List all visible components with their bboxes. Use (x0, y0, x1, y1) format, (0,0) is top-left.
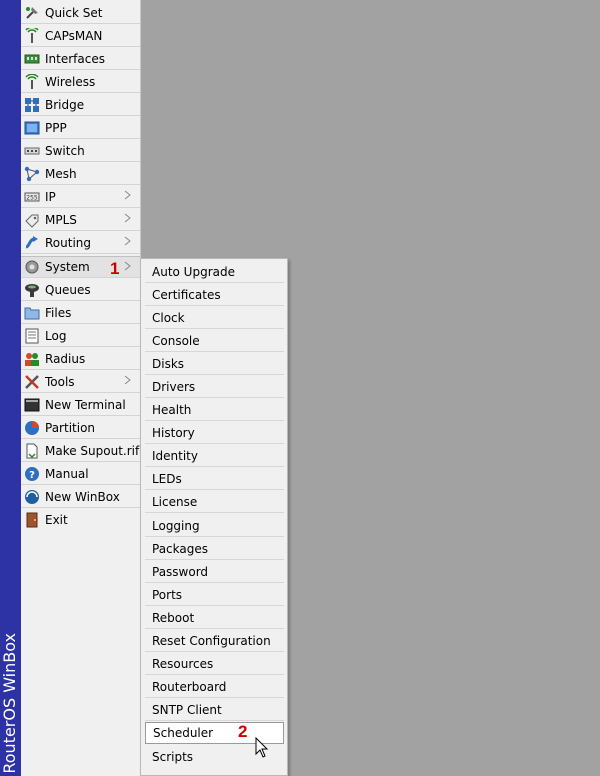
menu-item-system[interactable]: System (21, 256, 140, 278)
submenu-item-identity[interactable]: Identity (145, 445, 284, 467)
menu-item-quick-set[interactable]: Quick Set (21, 2, 140, 24)
system-submenu: Auto Upgrade Certificates Clock Console … (140, 258, 288, 776)
log-icon (24, 328, 40, 344)
mouse-cursor-icon (255, 736, 269, 759)
menu-item-mesh[interactable]: Mesh (21, 163, 140, 185)
submenu-item-reboot[interactable]: Reboot (145, 607, 284, 629)
queues-icon (24, 282, 40, 298)
menu-item-routing[interactable]: Routing (21, 232, 140, 254)
winbox-icon (24, 489, 40, 505)
submenu-arrow-icon (124, 213, 131, 223)
submenu-item-health[interactable]: Health (145, 399, 284, 421)
interfaces-icon (24, 51, 40, 67)
main-menu: Quick Set CAPsMAN Interfaces Wireless Br… (21, 0, 141, 776)
terminal-icon (24, 397, 40, 413)
supout-icon (24, 443, 40, 459)
exit-icon (24, 512, 40, 528)
radius-icon (24, 351, 40, 367)
menu-item-new-winbox[interactable]: New WinBox (21, 486, 140, 508)
submenu-item-reset-configuration[interactable]: Reset Configuration (145, 630, 284, 652)
submenu-item-routerboard[interactable]: Routerboard (145, 676, 284, 698)
winbox-sidebar-strip: RouterOS WinBox (0, 0, 21, 776)
step-annotation-1: 1 (110, 259, 120, 278)
menu-item-interfaces[interactable]: Interfaces (21, 48, 140, 70)
submenu-item-certificates[interactable]: Certificates (145, 284, 284, 306)
menu-item-switch[interactable]: Switch (21, 140, 140, 162)
menu-item-capsman[interactable]: CAPsMAN (21, 25, 140, 47)
submenu-item-history[interactable]: History (145, 422, 284, 444)
brand-label: RouterOS WinBox (0, 633, 19, 774)
submenu-arrow-icon (124, 375, 131, 385)
menu-item-new-terminal[interactable]: New Terminal (21, 394, 140, 416)
menu-item-partition[interactable]: Partition (21, 417, 140, 439)
switch-icon (24, 143, 40, 159)
menu-item-mpls[interactable]: MPLS (21, 209, 140, 231)
svg-text:255: 255 (26, 194, 38, 201)
mesh-icon (24, 166, 40, 182)
menu-item-files[interactable]: Files (21, 302, 140, 324)
submenu-item-leds[interactable]: LEDs (145, 468, 284, 490)
capsman-icon (24, 27, 40, 44)
submenu-item-license[interactable]: License (145, 491, 284, 513)
wireless-icon (24, 73, 40, 90)
partition-icon (24, 420, 40, 436)
submenu-item-ports[interactable]: Ports (145, 584, 284, 606)
ip-icon: 255 (24, 189, 40, 205)
menu-item-ppp[interactable]: PPP (21, 117, 140, 139)
menu-item-make-supout[interactable]: Make Supout.rif (21, 440, 140, 462)
submenu-item-packages[interactable]: Packages (145, 538, 284, 560)
submenu-item-password[interactable]: Password (145, 561, 284, 583)
quick-set-icon (24, 5, 40, 21)
submenu-item-drivers[interactable]: Drivers (145, 376, 284, 398)
bridge-icon (24, 97, 40, 113)
submenu-arrow-icon (124, 236, 131, 246)
menu-item-tools[interactable]: Tools (21, 371, 140, 393)
routing-icon (24, 235, 40, 251)
menu-item-queues[interactable]: Queues (21, 279, 140, 301)
submenu-item-resources[interactable]: Resources (145, 653, 284, 675)
menu-item-bridge[interactable]: Bridge (21, 94, 140, 116)
system-icon (24, 259, 40, 275)
svg-text:?: ? (29, 470, 35, 481)
submenu-item-sntp-client[interactable]: SNTP Client (145, 699, 284, 721)
step-annotation-2: 2 (238, 722, 248, 741)
menu-item-radius[interactable]: Radius (21, 348, 140, 370)
menu-item-ip[interactable]: 255 IP (21, 186, 140, 208)
submenu-item-console[interactable]: Console (145, 330, 284, 352)
submenu-item-clock[interactable]: Clock (145, 307, 284, 329)
menu-item-manual[interactable]: ? Manual (21, 463, 140, 485)
submenu-arrow-icon (124, 261, 131, 271)
menu-item-wireless[interactable]: Wireless (21, 71, 140, 93)
submenu-item-auto-upgrade[interactable]: Auto Upgrade (145, 261, 284, 283)
ppp-icon (24, 120, 40, 136)
menu-item-exit[interactable]: Exit (21, 509, 140, 531)
submenu-arrow-icon (124, 190, 131, 200)
manual-icon: ? (24, 466, 40, 482)
submenu-item-disks[interactable]: Disks (145, 353, 284, 375)
tools-icon (24, 374, 40, 390)
menu-item-log[interactable]: Log (21, 325, 140, 347)
mpls-icon (24, 212, 40, 228)
files-icon (24, 305, 40, 321)
submenu-item-logging[interactable]: Logging (145, 515, 284, 537)
